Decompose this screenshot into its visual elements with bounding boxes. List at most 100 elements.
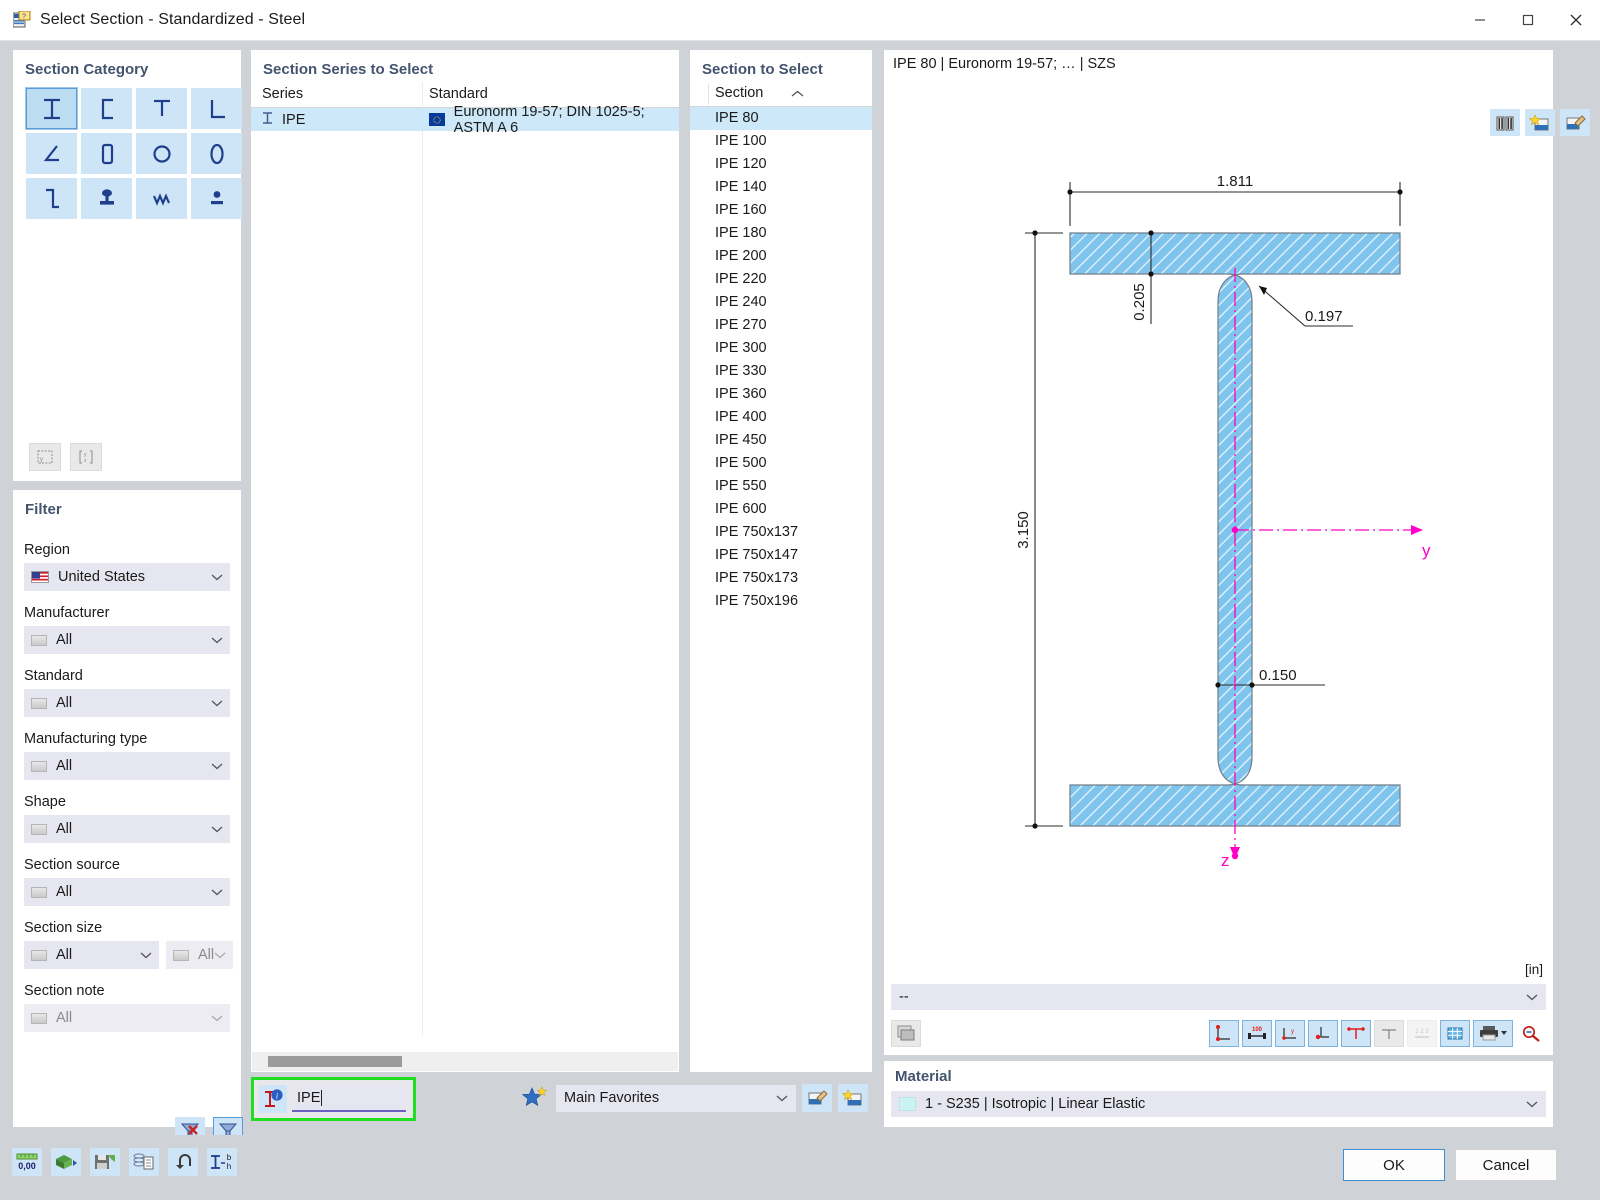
filter-select-section-source[interactable]: All xyxy=(24,878,230,906)
filter-value-section-note: All xyxy=(56,1010,73,1026)
grid-tool[interactable] xyxy=(1440,1019,1470,1047)
filter-select-section-note[interactable]: All xyxy=(24,1004,230,1032)
close-button[interactable] xyxy=(1552,0,1600,41)
list-item[interactable]: IPE 500 xyxy=(690,452,872,475)
category-rail-section[interactable] xyxy=(81,178,132,219)
column-divider xyxy=(422,82,423,1036)
section-category-grid xyxy=(24,86,244,221)
angle-dimension-tool[interactable]: y xyxy=(1275,1019,1305,1047)
column-header-series[interactable]: Series xyxy=(262,86,303,102)
new-material-button[interactable] xyxy=(1525,109,1555,136)
cancel-button[interactable]: Cancel xyxy=(1455,1149,1557,1181)
list-item[interactable]: IPE 80 xyxy=(690,107,872,130)
filter-select-manufacturing-type[interactable]: All xyxy=(24,752,230,780)
list-item[interactable]: IPE 750x147 xyxy=(690,544,872,567)
section-dimensions-icon[interactable]: yz xyxy=(70,443,102,471)
undo-button[interactable] xyxy=(168,1148,198,1176)
category-channel-section[interactable] xyxy=(81,88,132,129)
column-header-standard[interactable]: Standard xyxy=(429,86,488,102)
manage-favorites-button[interactable] xyxy=(802,1084,832,1112)
filter-select-shape[interactable]: All xyxy=(24,815,230,843)
favorites-value: Main Favorites xyxy=(564,1090,660,1106)
svg-text:0.150: 0.150 xyxy=(1259,667,1297,684)
list-item[interactable]: IPE 300 xyxy=(690,337,872,360)
list-item[interactable]: IPE 750x196 xyxy=(690,590,872,613)
list-item[interactable]: IPE 750x137 xyxy=(690,521,872,544)
category-bar-section[interactable] xyxy=(191,178,242,219)
list-item[interactable]: IPE 120 xyxy=(690,153,872,176)
section-category-title: Section Category xyxy=(25,61,149,78)
list-item[interactable]: IPE 100 xyxy=(690,130,872,153)
search-input[interactable]: IPE xyxy=(292,1086,406,1112)
list-item[interactable]: IPE 180 xyxy=(690,222,872,245)
import-button[interactable] xyxy=(51,1148,81,1176)
category-circular-hollow-section[interactable] xyxy=(136,133,187,174)
category-z-section[interactable] xyxy=(26,178,77,219)
material-library-button[interactable] xyxy=(1490,109,1520,136)
material-select[interactable]: 1 - S235 | Isotropic | Linear Elastic xyxy=(891,1091,1546,1117)
table-row[interactable]: IPE Euronorm 19-57; DIN 1025-5; ASTM A 6 xyxy=(251,104,679,136)
category-rectangular-hollow-section[interactable] xyxy=(81,133,132,174)
axes-dimension-tool[interactable] xyxy=(1341,1019,1371,1047)
numbering-tool[interactable]: 1 2 3 xyxy=(1407,1019,1437,1047)
list-item[interactable]: IPE 400 xyxy=(690,406,872,429)
category-corrugated-web-section[interactable] xyxy=(136,178,187,219)
filter-select-standard[interactable]: All xyxy=(24,689,230,717)
filter-select-section-size[interactable]: All xyxy=(24,941,159,969)
i-section-icon xyxy=(261,111,274,129)
list-item[interactable]: IPE 550 xyxy=(690,475,872,498)
favorites-star-icon[interactable] xyxy=(520,1083,550,1113)
list-item[interactable]: IPE 220 xyxy=(690,268,872,291)
category-i-section[interactable] xyxy=(25,87,78,130)
column-header-section[interactable]: Section xyxy=(715,85,763,101)
centerline-tool[interactable] xyxy=(1374,1019,1404,1047)
filter-select-section-size-secondary[interactable]: All xyxy=(166,941,234,969)
maximize-button[interactable] xyxy=(1504,0,1552,41)
save-button[interactable] xyxy=(90,1148,120,1176)
edit-material-button[interactable] xyxy=(1560,109,1590,136)
swatch-icon xyxy=(31,949,47,961)
list-item[interactable]: IPE 330 xyxy=(690,360,872,383)
list-item[interactable]: IPE 360 xyxy=(690,383,872,406)
list-item[interactable]: IPE 140 xyxy=(690,176,872,199)
filter-label-manufacturing-type: Manufacturing type xyxy=(24,731,148,747)
minimize-button[interactable] xyxy=(1456,0,1504,41)
section-info-icon[interactable]: i xyxy=(259,1085,287,1113)
add-to-favorites-button[interactable] xyxy=(838,1084,868,1112)
list-item[interactable]: IPE 600 xyxy=(690,498,872,521)
list-item[interactable]: IPE 450 xyxy=(690,429,872,452)
section-properties-icon[interactable]: y xyxy=(29,443,61,471)
list-item[interactable]: IPE 270 xyxy=(690,314,872,337)
dimension-lines-tool[interactable] xyxy=(1209,1019,1239,1047)
radius-dimension-tool[interactable] xyxy=(1308,1019,1338,1047)
filter-select-manufacturer[interactable]: All xyxy=(24,626,230,654)
drawing-header: IPE 80 | Euronorm 19-57; … | SZS xyxy=(893,56,1116,72)
list-item[interactable]: IPE 160 xyxy=(690,199,872,222)
section-to-select-title: Section to Select xyxy=(702,61,823,78)
filter-value-section-size: All xyxy=(56,947,73,963)
units-button[interactable]: 0,00 xyxy=(12,1148,42,1176)
category-oval-section[interactable] xyxy=(191,133,242,174)
zoom-reset-tool[interactable] xyxy=(1516,1020,1546,1047)
svg-text:z: z xyxy=(1221,851,1230,870)
ok-button[interactable]: OK xyxy=(1343,1149,1445,1181)
dimension-settings-button[interactable]: bh xyxy=(207,1148,237,1176)
copy-button[interactable] xyxy=(129,1148,159,1176)
horizontal-scrollbar[interactable] xyxy=(252,1052,678,1071)
category-l-section[interactable] xyxy=(191,88,242,129)
favorites-select[interactable]: Main Favorites xyxy=(556,1084,796,1112)
drawing-view-select[interactable]: -- xyxy=(891,984,1546,1010)
dimension-values-tool[interactable]: 100 xyxy=(1242,1019,1272,1047)
section-drawing-canvas[interactable]: 1.811 3.150 0.205 0.197 0.150 y z [in] xyxy=(885,78,1552,980)
category-t-section[interactable] xyxy=(136,88,187,129)
svg-text:1.811: 1.811 xyxy=(1217,173,1253,190)
render-image-button[interactable] xyxy=(891,1019,921,1047)
list-item[interactable]: IPE 240 xyxy=(690,291,872,314)
print-tool[interactable] xyxy=(1473,1019,1513,1047)
chevron-down-icon xyxy=(211,569,223,585)
scrollbar-thumb[interactable] xyxy=(268,1056,402,1067)
filter-select-region[interactable]: United States xyxy=(24,563,230,591)
list-item[interactable]: IPE 750x173 xyxy=(690,567,872,590)
category-angle-section[interactable] xyxy=(26,133,77,174)
list-item[interactable]: IPE 200 xyxy=(690,245,872,268)
